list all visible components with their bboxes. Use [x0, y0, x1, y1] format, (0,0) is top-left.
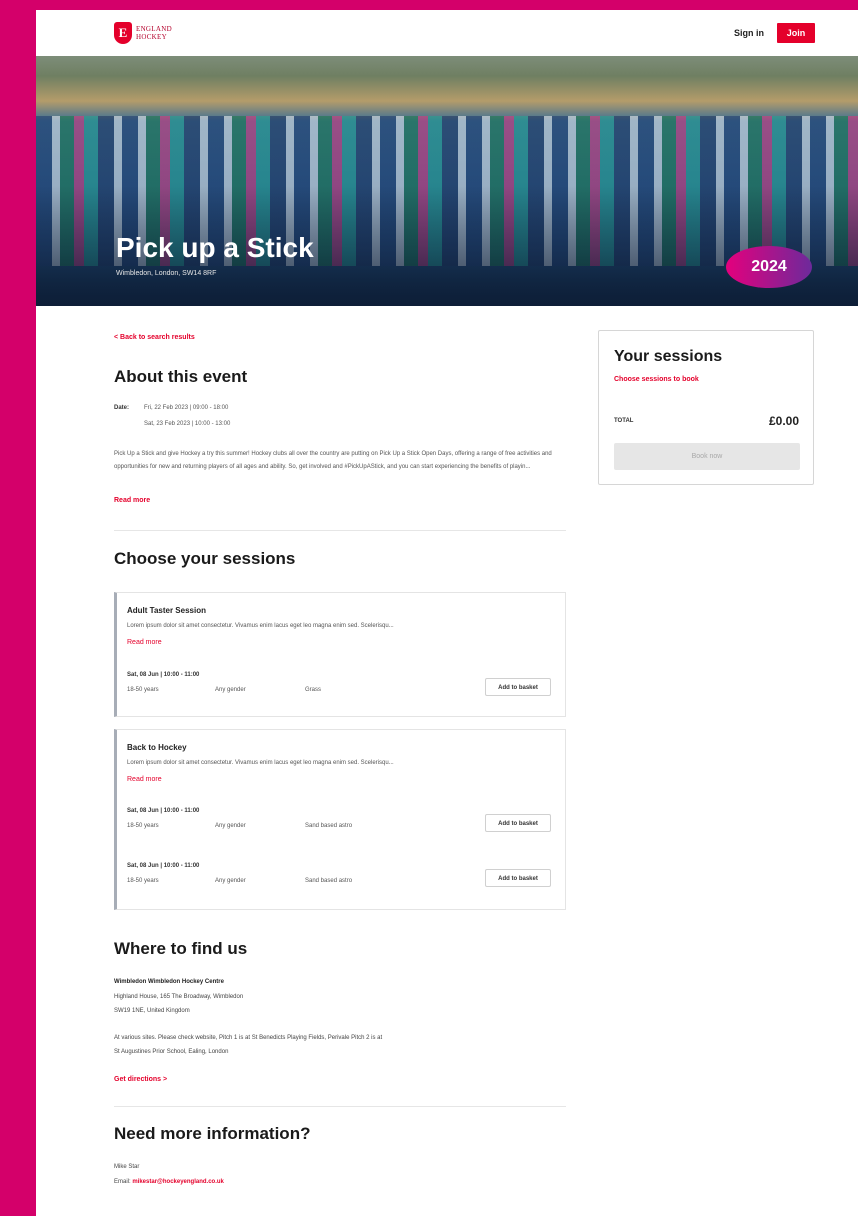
- event-location: Wimbledon, London, SW14 8RF: [116, 270, 217, 277]
- event-description: Pick Up a Stick and give Hockey a try th…: [114, 451, 552, 470]
- divider: [114, 1106, 566, 1107]
- sign-in-link[interactable]: Sign in: [734, 28, 764, 38]
- location-heading: Where to find us: [114, 939, 248, 958]
- email-label: Email:: [114, 1179, 131, 1185]
- sessions-panel-title: Your sessions: [614, 348, 723, 365]
- read-more-link[interactable]: Read more: [114, 497, 150, 504]
- venue-note-line-1: At various sites. Please check website, …: [114, 1035, 383, 1041]
- event-title: Pick up a Stick: [116, 232, 314, 263]
- logo-wordmark: ENGLAND HOCKEY: [136, 25, 172, 41]
- venue-note-line-2: St Augustines Prior School, Ealing, Lond…: [114, 1049, 229, 1055]
- slot-date: Sat, 08 Jun | 10:00 - 11:00: [127, 863, 200, 869]
- session-slot: Sat, 08 Jun | 10:00 - 11:00 18-50 years …: [127, 808, 557, 836]
- about-heading: About this event: [114, 367, 248, 386]
- contact-name: Mike Star: [114, 1164, 140, 1170]
- session-read-more-link[interactable]: Read more: [127, 639, 162, 646]
- contact-email-link[interactable]: mikestar@hockeyengland.co.uk: [132, 1179, 224, 1185]
- session-description: Lorem ipsum dolor sit amet consectetur. …: [127, 760, 394, 766]
- slot-date: Sat, 08 Jun | 10:00 - 11:00: [127, 672, 200, 678]
- page: E ENGLAND HOCKEY Sign in Join Pick up a …: [36, 10, 858, 1216]
- slot-surface: Grass: [305, 687, 322, 693]
- venue-name: Wimbledon Wimbledon Hockey Centre: [114, 979, 224, 985]
- slot-gender: Any gender: [215, 878, 246, 884]
- slot-surface: Sand based astro: [305, 878, 353, 884]
- hero-banner: Pick up a Stick Wimbledon, London, SW14 …: [36, 56, 858, 306]
- slot-age: 18-50 years: [127, 823, 159, 829]
- total-value: £0.00: [768, 414, 799, 428]
- date-line-1: Fri, 22 Feb 2023 | 09:00 - 18:00: [144, 405, 229, 411]
- venue-address-line-2: SW19 1NE, United Kingdom: [114, 1008, 190, 1014]
- slot-age: 18-50 years: [127, 687, 159, 693]
- add-to-basket-button[interactable]: Add to basket: [485, 869, 551, 887]
- back-to-results-link[interactable]: < Back to search results: [114, 334, 195, 341]
- date-line-2: Sat, 23 Feb 2023 | 10:00 - 13:00: [144, 421, 231, 427]
- join-button[interactable]: Join: [777, 23, 815, 43]
- total-label: TOTAL: [614, 418, 634, 424]
- session-slot: Sat, 08 Jun | 10:00 - 11:00 18-50 years …: [127, 863, 557, 891]
- slot-gender: Any gender: [215, 687, 246, 693]
- event-badge-logo: 2024: [726, 246, 812, 288]
- session-card: Adult Taster Session Lorem ipsum dolor s…: [114, 592, 566, 717]
- sessions-heading: Choose your sessions: [114, 549, 296, 568]
- add-to-basket-button[interactable]: Add to basket: [485, 678, 551, 696]
- book-now-button[interactable]: Book now: [614, 443, 800, 470]
- contact-email-row: Email: mikestar@hockeyengland.co.uk: [114, 1179, 224, 1185]
- logo-line-1: ENGLAND: [136, 25, 172, 33]
- venue-address-line-1: Highland House, 165 The Broadway, Wimble…: [114, 994, 244, 1000]
- date-label: Date:: [114, 405, 130, 411]
- slot-gender: Any gender: [215, 823, 246, 829]
- slot-surface: Sand based astro: [305, 823, 353, 829]
- slot-age: 18-50 years: [127, 878, 159, 884]
- slot-date: Sat, 08 Jun | 10:00 - 11:00: [127, 808, 200, 814]
- session-read-more-link[interactable]: Read more: [127, 776, 162, 783]
- england-hockey-logo[interactable]: E ENGLAND HOCKEY: [114, 22, 172, 44]
- contact-heading: Need more information?: [114, 1124, 311, 1143]
- logo-line-2: HOCKEY: [136, 33, 167, 41]
- session-title: Adult Taster Session: [127, 606, 206, 615]
- your-sessions-panel: Your sessions Choose sessions to book TO…: [598, 330, 814, 485]
- session-slot: Sat, 08 Jun | 10:00 - 11:00 18-50 years …: [127, 672, 557, 700]
- shield-icon: E: [114, 22, 132, 44]
- session-card: Back to Hockey Lorem ipsum dolor sit ame…: [114, 729, 566, 910]
- site-header: E ENGLAND HOCKEY Sign in Join: [36, 10, 858, 56]
- get-directions-link[interactable]: Get directions >: [114, 1076, 167, 1083]
- sessions-panel-hint: Choose sessions to book: [614, 376, 699, 383]
- session-description: Lorem ipsum dolor sit amet consectetur. …: [127, 623, 394, 629]
- divider: [114, 530, 566, 531]
- session-title: Back to Hockey: [127, 743, 187, 752]
- add-to-basket-button[interactable]: Add to basket: [485, 814, 551, 832]
